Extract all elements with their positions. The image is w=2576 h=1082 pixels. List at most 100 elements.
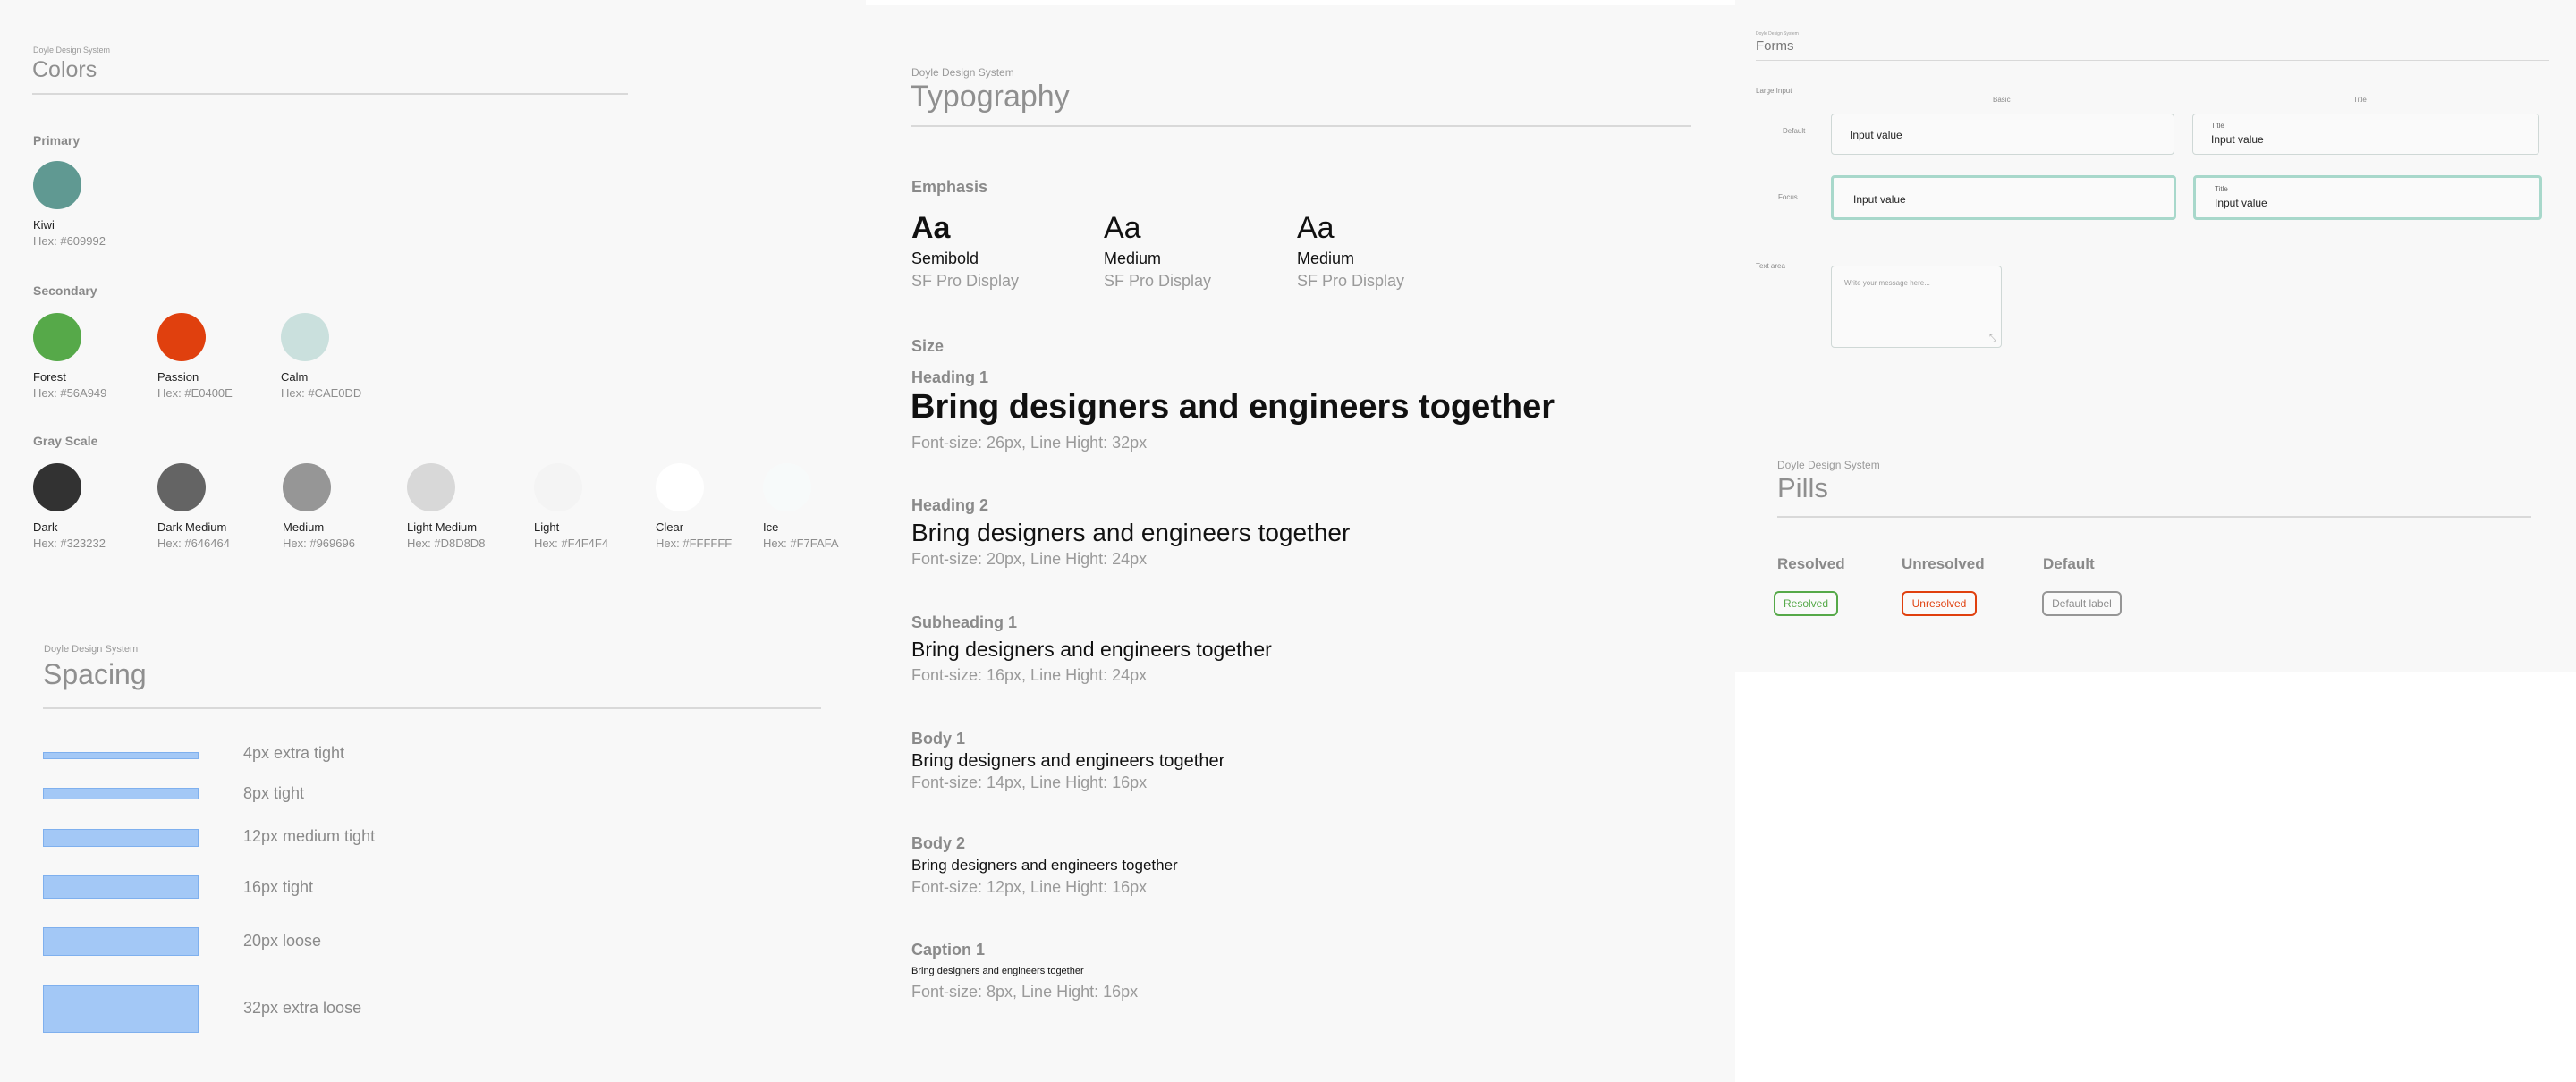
emphasis-weight: Semibold [911,249,979,267]
spacing-bar-12px [43,829,199,847]
default-row-label: Default [1783,127,1806,135]
spacing-bar-16px [43,875,199,899]
basic-input-focus[interactable]: Input value [1831,175,2176,220]
swatch-name: Calm [281,370,309,384]
color-dot [283,463,331,511]
gray-scale-section-label: Gray Scale [33,434,98,448]
swatch-name: Dark [33,520,58,534]
color-dot [157,313,206,361]
swatch-hex: Hex: #E0400E [157,386,233,400]
emphasis-medium: Aa Medium SF Pro Display [1104,211,1211,291]
spacing-bar-32px [43,985,199,1033]
emphasis-label: Emphasis [911,178,988,196]
spacing-title: Spacing [43,658,147,690]
title-column-header: Title [2353,96,2367,104]
swatch-name: Ice [763,520,779,534]
spacing-label: 32px extra loose [243,999,362,1017]
input-title: Title [2211,122,2224,130]
type-style-meta: Font-size: 8px, Line Hight: 16px [911,983,1139,1001]
body-1-sample: Bring designers and engineers together [911,751,1225,771]
swatch-hex: Hex: #969696 [283,537,355,550]
type-style-meta: Font-size: 16px, Line Hight: 24px [911,666,1148,684]
forms-system-label: Doyle Design System [1756,31,1799,37]
pill-heading: Default [2043,555,2095,572]
swatch-hex: Hex: #CAE0DD [281,386,362,400]
forms-title-divider [1756,60,2549,61]
forms-title: Forms [1756,38,1794,54]
type-style-label: Caption 1 [911,941,986,959]
spacing-title-divider [43,707,821,709]
basic-column-header: Basic [1993,96,2011,104]
type-style-meta: Font-size: 12px, Line Hight: 16px [911,878,1148,896]
input-value: Input value [1853,193,1906,206]
swatch-hex: Hex: #56A949 [33,386,107,400]
emphasis-medium-2: Aa Medium SF Pro Display [1297,211,1404,291]
heading-2-sample: Bring designers and engineers together [911,519,1351,546]
emphasis-sample: Aa [1104,211,1141,245]
pills-title-divider [1777,516,2531,518]
swatch-name: Forest [33,370,66,384]
pill-resolved: Resolved [1774,591,1838,616]
swatch-clear: Clear Hex: #FFFFFF [656,463,733,550]
input-value: Input value [1850,129,1902,141]
primary-section-label: Primary [33,133,80,148]
pill-unresolved: Unresolved [1902,591,1977,616]
basic-input-default[interactable]: Input value [1831,114,2174,155]
swatch-name: Medium [283,520,325,534]
input-value: Input value [2211,133,2264,146]
spacing-label: 20px loose [243,932,322,950]
resize-handle-icon[interactable]: ⤡ [1989,334,1996,343]
color-dot [407,463,455,511]
title-input-default[interactable]: Title Input value [2192,114,2539,155]
message-textarea[interactable]: Write your message here... ⤡ [1831,266,2002,348]
spacing-label: 16px tight [243,878,314,896]
spacing-bar-20px [43,927,199,956]
swatch-name: Light [534,520,560,534]
swatch-medium: Medium Hex: #969696 [283,463,355,550]
type-style-label: Heading 2 [911,496,989,514]
swatch-hex: Hex: #F4F4F4 [534,537,609,550]
typography-system-label: Doyle Design System [911,66,1014,79]
swatch-hex: Hex: #D8D8D8 [407,537,486,550]
colors-system-label: Doyle Design System [33,46,111,55]
swatch-name: Passion [157,370,199,384]
spacing-system-label: Doyle Design System [44,644,139,655]
type-style-meta: Font-size: 20px, Line Hight: 24px [911,550,1148,568]
color-dot [763,463,811,511]
focus-row-label: Focus [1778,193,1798,201]
swatch-kiwi: Kiwi Hex: #609992 [33,161,106,248]
type-style-label: Body 1 [911,730,966,748]
swatch-hex: Hex: #FFFFFF [656,537,733,550]
swatch-name: Kiwi [33,218,55,232]
type-style-label: Subheading 1 [911,613,1018,631]
body-2-sample: Bring designers and engineers together [911,857,1178,874]
swatch-light: Light Hex: #F4F4F4 [534,463,609,550]
pill-heading: Resolved [1777,555,1845,572]
swatch-hex: Hex: #323232 [33,537,106,550]
swatch-hex: Hex: #609992 [33,234,106,248]
colors-title: Colors [32,57,97,82]
input-title: Title [2215,185,2228,193]
pills-system-label: Doyle Design System [1777,459,1880,471]
type-style-meta: Font-size: 26px, Line Hight: 32px [911,434,1148,452]
swatch-hex: Hex: #646464 [157,537,230,550]
spacing-bar-8px [43,788,199,799]
pill-default: Default label [2042,591,2122,616]
emphasis-family: SF Pro Display [1104,272,1212,290]
title-input-focus[interactable]: Title Input value [2193,175,2542,220]
swatch-passion: Passion Hex: #E0400E [157,313,233,400]
size-label: Size [911,337,945,355]
spacing-bar-4px [43,752,199,759]
color-dot [33,313,81,361]
type-style-meta: Font-size: 14px, Line Hight: 16px [911,773,1148,791]
pill-heading: Unresolved [1902,555,1985,572]
spacing-label: 4px extra tight [243,744,345,762]
subheading-1-sample: Bring designers and engineers together [911,638,1272,661]
color-dot [656,463,704,511]
heading-1-sample: Bring designers and engineers together [911,388,1555,426]
swatch-ice: Ice Hex: #F7FAFA [763,463,839,550]
emphasis-weight: Medium [1104,249,1162,267]
type-style-label: Body 2 [911,834,966,852]
emphasis-family: SF Pro Display [1297,272,1405,290]
swatch-calm: Calm Hex: #CAE0DD [281,313,362,400]
